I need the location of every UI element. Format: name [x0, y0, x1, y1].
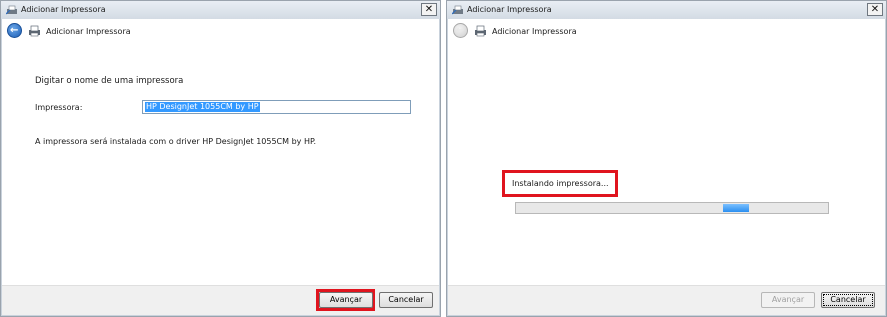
window-client: ← Adicionar Impressora Digitar o nome de… [2, 19, 439, 315]
window-client: ← Adicionar Impressora Instalando impres… [448, 19, 885, 315]
wizard-header: ← Adicionar Impressora [2, 19, 439, 43]
printer-icon [29, 25, 40, 37]
printer-icon [475, 25, 486, 37]
back-arrow-icon: ← [10, 25, 19, 36]
back-arrow-icon: ← [456, 25, 465, 36]
install-progress-bar [515, 202, 829, 214]
wizard-content: Instalando impressora... [448, 43, 885, 285]
printer-name-value: HP DesignJet 1055CM by HP [145, 102, 260, 112]
title-bar[interactable]: Adicionar Impressora ✕ [447, 1, 886, 19]
title-bar[interactable]: Adicionar Impressora ✕ [1, 1, 440, 19]
printer-name-label: Impressora: [35, 103, 83, 112]
wizard-title: Adicionar Impressora [46, 27, 131, 36]
add-printer-window-left: Adicionar Impressora ✕ ← Adicionar Impre… [0, 0, 441, 317]
window-title: Adicionar Impressora [21, 5, 106, 14]
wizard-header: ← Adicionar Impressora [448, 19, 885, 43]
wizard-footer: Avançar Cancelar [2, 285, 439, 315]
close-button[interactable]: ✕ [867, 3, 883, 16]
cancel-button[interactable]: Cancelar [821, 292, 875, 308]
next-button[interactable]: Avançar [319, 292, 373, 308]
progress-fill [723, 204, 749, 212]
next-button[interactable]: Avançar [761, 292, 815, 308]
window-title: Adicionar Impressora [467, 5, 552, 14]
back-button[interactable]: ← [453, 23, 468, 38]
install-status: Instalando impressora... [512, 179, 609, 188]
cancel-button[interactable]: Cancelar [379, 292, 433, 308]
wizard-title: Adicionar Impressora [492, 27, 577, 36]
driver-note: A impressora será instalada com o driver… [35, 137, 317, 146]
close-button[interactable]: ✕ [421, 3, 437, 16]
add-printer-window-right: Adicionar Impressora ✕ ← Adicionar Impre… [446, 0, 887, 317]
printer-wizard-icon [6, 5, 17, 15]
printer-name-input[interactable]: HP DesignJet 1055CM by HP [142, 100, 411, 114]
wizard-footer: Avançar Cancelar [448, 285, 885, 315]
back-button[interactable]: ← [7, 23, 22, 38]
printer-wizard-icon [452, 5, 463, 15]
page-heading: Digitar o nome de uma impressora [35, 76, 184, 86]
wizard-content: Digitar o nome de uma impressora Impress… [2, 43, 439, 285]
